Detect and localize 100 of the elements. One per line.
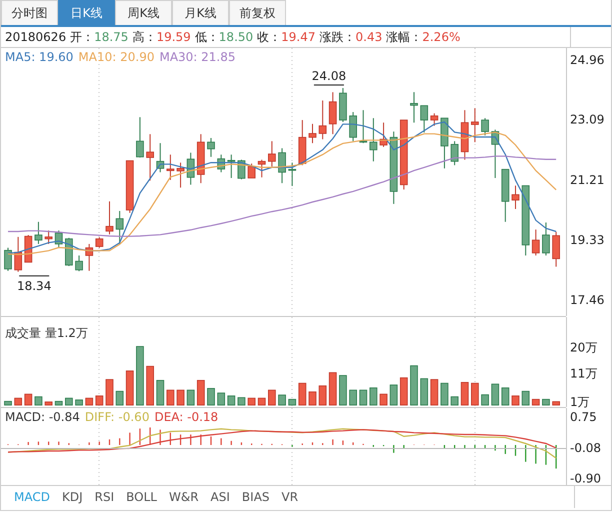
candlestick — [136, 116, 144, 158]
volume-bar — [400, 377, 408, 406]
quote-value: 19.47 — [281, 30, 316, 44]
chart-tab[interactable]: 周K线 — [115, 0, 172, 25]
price-annotation: 18.34 — [16, 278, 52, 293]
indicator-tab[interactable]: BIAS — [236, 490, 275, 504]
quote-label: 收： — [257, 28, 282, 46]
candlestick — [146, 134, 154, 182]
volume-bar — [522, 390, 530, 406]
quote-value: 19.59 — [156, 30, 191, 44]
candlestick — [4, 247, 12, 272]
quote-label: 低： — [194, 28, 219, 46]
leader-line — [313, 84, 344, 86]
leader-line — [18, 275, 50, 276]
candlestick — [288, 162, 296, 186]
candlestick — [227, 154, 236, 178]
volume-bar — [542, 398, 550, 406]
volume-bar — [278, 394, 286, 406]
legend-label: DIFF: -0.60 — [84, 410, 150, 424]
candlestick — [24, 234, 32, 263]
quote-label: 开： — [70, 28, 94, 46]
candlestick — [186, 152, 195, 186]
candlestick — [532, 229, 540, 256]
indicator-tab[interactable]: VR — [276, 490, 304, 504]
volume-bar — [238, 397, 246, 406]
volume-bar — [34, 396, 42, 406]
axis-label: -0.08 — [570, 441, 602, 455]
candlestick — [126, 160, 134, 214]
candlestick — [420, 105, 428, 134]
candlestick — [491, 129, 500, 178]
candlestick — [349, 112, 357, 142]
indicator-tab[interactable]: BOLL — [121, 490, 162, 504]
candlestick — [512, 185, 520, 210]
candlestick — [238, 159, 246, 180]
volume-bar — [328, 372, 337, 406]
volume-bar — [146, 366, 154, 406]
candlestick — [75, 254, 83, 272]
candlestick — [430, 112, 438, 126]
axis-label: 24.96 — [570, 52, 604, 67]
volume-bar — [380, 394, 388, 406]
candlestick — [65, 237, 73, 267]
indicator-tab[interactable]: RSI — [90, 490, 120, 504]
candlestick — [308, 123, 316, 144]
indicator-tab[interactable]: KDJ — [56, 490, 88, 504]
volume-bar — [24, 394, 32, 406]
quote-label: 高： — [132, 28, 156, 46]
volume-bar — [460, 382, 469, 406]
volume-bar — [4, 400, 12, 406]
candlestick — [450, 140, 458, 166]
volume-bar — [450, 396, 458, 406]
chart-tab[interactable]: 日K线 — [58, 0, 115, 25]
candlestick — [298, 120, 306, 166]
volume-bar — [14, 398, 22, 406]
volume-bar — [440, 382, 448, 406]
candlestick — [370, 118, 378, 162]
volume-bar — [54, 400, 63, 406]
candlestick — [248, 163, 256, 178]
volume-bar — [136, 346, 144, 406]
candlestick — [339, 88, 347, 122]
volume-bar — [156, 380, 164, 406]
legend-label: MA5: 19.60 — [5, 50, 74, 64]
volume-bar — [430, 379, 438, 406]
chart-tab[interactable]: 前复权 — [229, 0, 286, 25]
volume-bar — [196, 380, 205, 406]
quote-label: 涨幅： — [386, 28, 422, 46]
chart-tab[interactable]: 分时图 — [1, 0, 58, 25]
indicator-tab[interactable]: ASI — [206, 490, 235, 504]
axis-label: 1万 — [570, 395, 590, 410]
volume-bar — [75, 400, 83, 406]
volume-bar — [248, 398, 256, 406]
candlestick — [207, 137, 215, 158]
legend-label: DEA: -0.18 — [154, 410, 218, 424]
volume-bar — [501, 387, 510, 406]
quote-date: 20180626 — [5, 30, 66, 44]
candlestick — [258, 159, 266, 178]
chart-tab[interactable]: 月K线 — [172, 0, 229, 25]
candlestick — [278, 148, 286, 184]
candlestick — [400, 120, 408, 190]
volume-bar — [116, 390, 124, 406]
volume-bar — [288, 398, 296, 406]
legend-label: MA30: 21.85 — [159, 50, 236, 64]
quote-value: 18.75 — [94, 30, 128, 44]
volume-bar — [126, 370, 134, 406]
indicator-tab[interactable]: W&R — [164, 490, 204, 504]
candlestick — [481, 118, 489, 136]
volume-bar — [176, 390, 184, 406]
volume-bar — [390, 384, 398, 406]
volume-bar — [552, 401, 560, 406]
volume-bar — [318, 385, 327, 406]
candlestick — [542, 222, 550, 256]
volume-bar — [339, 375, 347, 406]
volume-bar — [258, 398, 266, 406]
axis-label: 11万 — [570, 366, 598, 380]
candlestick — [116, 210, 124, 244]
volume-bar — [349, 390, 357, 406]
volume-bar — [268, 390, 276, 406]
candlestick — [34, 221, 42, 244]
volume-bar — [308, 391, 316, 406]
volume-bar — [227, 395, 236, 406]
candlestick — [166, 154, 174, 180]
